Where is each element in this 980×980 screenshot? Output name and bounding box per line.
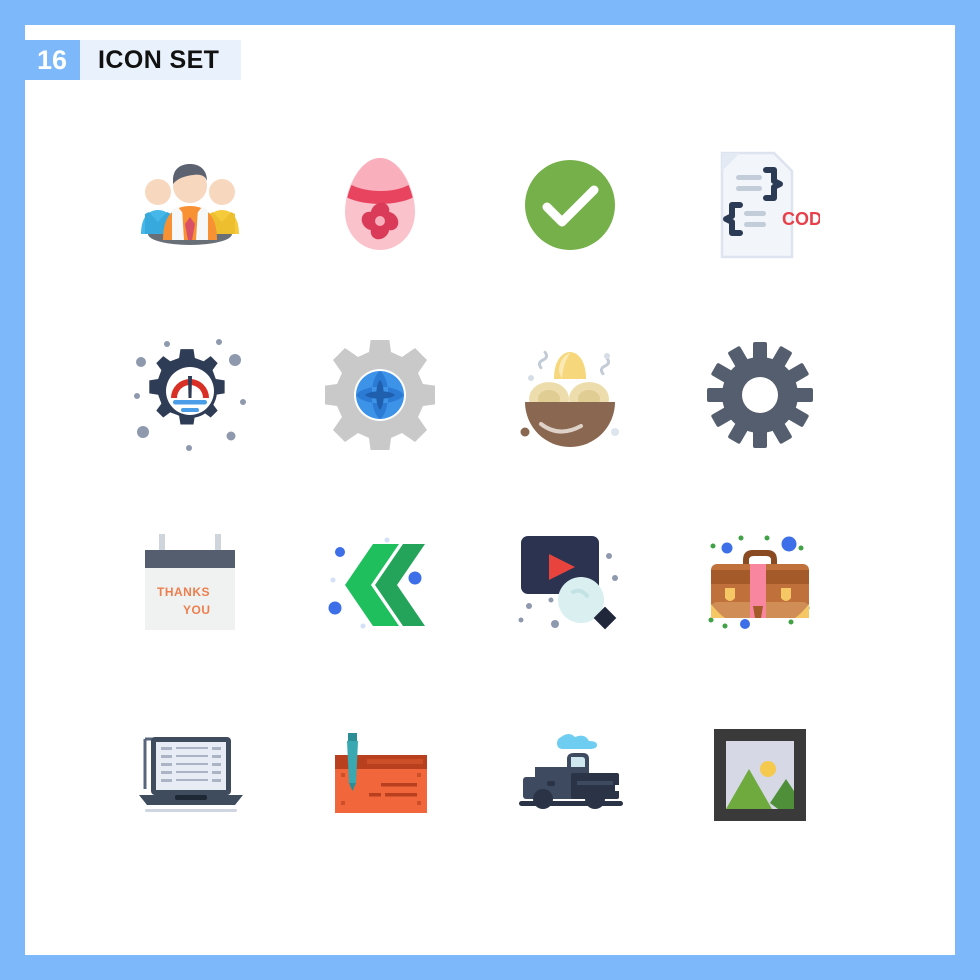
code-file-icon: CODE <box>720 151 820 259</box>
icon-grid: CODE <box>95 110 895 870</box>
code-file-label: CODE <box>782 209 820 229</box>
team-group-icon <box>141 164 239 245</box>
thank-you-line2: YOU <box>183 603 211 617</box>
gear-globe-icon <box>325 340 435 450</box>
icon-cell-gear-gauge[interactable] <box>95 300 285 490</box>
icon-cell-laptop-document[interactable] <box>95 680 285 870</box>
thank-you-sign-icon: THANKS YOU <box>145 534 235 630</box>
icon-cell-double-chevron-left[interactable] <box>285 490 475 680</box>
icon-cell-check-circle[interactable] <box>475 110 665 300</box>
video-search-icon <box>518 536 618 630</box>
icon-sheet-canvas: 16 ICON SET COD THANKS YOU <box>25 25 955 955</box>
check-circle-icon <box>525 160 615 250</box>
icon-cell-pickup-truck[interactable] <box>475 680 665 870</box>
title-container: ICON SET <box>80 40 242 80</box>
icon-count-badge: 16 <box>25 40 81 80</box>
laptop-document-icon <box>139 737 243 812</box>
header: 16 ICON SET <box>25 40 242 80</box>
icon-cell-gear-settings[interactable] <box>665 300 855 490</box>
double-chevron-left-icon <box>328 537 425 629</box>
icon-cell-cheque-pen[interactable] <box>285 680 475 870</box>
food-bowl-icon <box>520 350 619 447</box>
icon-cell-gear-globe[interactable] <box>285 300 475 490</box>
gear-settings-icon <box>707 342 813 448</box>
page-frame: 16 ICON SET COD THANKS YOU <box>0 0 980 980</box>
icon-cell-image-frame[interactable] <box>665 680 855 870</box>
icon-cell-easter-egg[interactable] <box>285 110 475 300</box>
image-frame-icon <box>714 729 806 821</box>
briefcase-icon <box>708 535 810 629</box>
thank-you-line1: THANKS <box>157 585 210 599</box>
icon-cell-video-search[interactable] <box>475 490 665 680</box>
icon-cell-briefcase[interactable] <box>665 490 855 680</box>
easter-egg-icon <box>345 158 415 250</box>
icon-cell-thank-you-sign[interactable]: THANKS YOU <box>95 490 285 680</box>
icon-cell-code-file[interactable]: CODE <box>665 110 855 300</box>
pickup-truck-icon <box>519 734 623 809</box>
gear-gauge-icon <box>134 339 246 451</box>
icon-cell-team-group[interactable] <box>95 110 285 300</box>
cheque-pen-icon <box>335 733 427 813</box>
page-title: ICON SET <box>98 45 220 74</box>
icon-cell-food-bowl[interactable] <box>475 300 665 490</box>
